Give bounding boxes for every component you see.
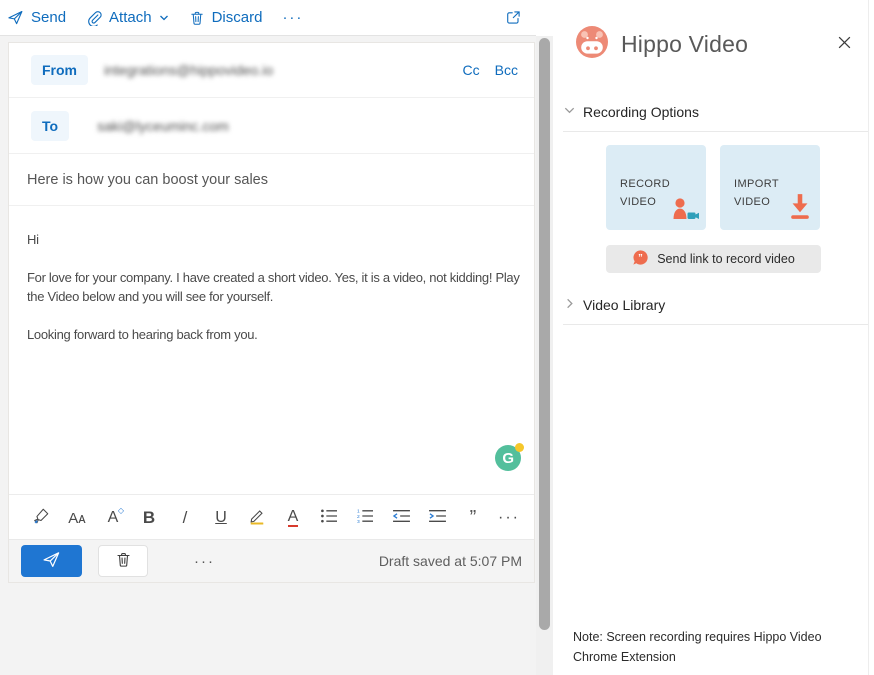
bold-button[interactable]: B <box>131 500 167 536</box>
grammarly-letter: G <box>502 449 513 468</box>
from-address[interactable]: integrations@hippovideo.io <box>104 62 273 78</box>
format-painter-button[interactable] <box>23 500 59 536</box>
chevron-down-icon <box>159 13 169 23</box>
font-size-mark-icon: ◇ <box>118 506 124 515</box>
svg-text:”: ” <box>638 253 643 263</box>
panel-header: Hippo Video <box>576 26 854 62</box>
format-more-button[interactable]: ··· <box>491 500 527 536</box>
recording-option-cards: RECORD VIDEO IMPORT VIDEO <box>606 145 820 230</box>
toolbar-more-button[interactable]: ··· <box>282 0 303 35</box>
recording-options-label: Recording Options <box>583 104 699 120</box>
compose-area: Send Attach Discard ··· From integration… <box>0 0 536 675</box>
import-video-card[interactable]: IMPORT VIDEO <box>720 145 820 230</box>
cc-bcc-links: Cc Bcc <box>463 62 518 78</box>
recording-options-header[interactable]: Recording Options <box>563 104 699 120</box>
app-root: Send Attach Discard ··· From integration… <box>0 0 874 675</box>
to-button[interactable]: To <box>31 111 69 141</box>
divider <box>563 324 868 325</box>
hippo-video-panel: Hippo Video Recording Options RECORD VID… <box>553 0 874 675</box>
to-row: To saki@lyceuminc.com <box>9 98 534 154</box>
trash-icon <box>189 10 205 26</box>
font-color-letter: A <box>288 509 299 527</box>
record-video-icon <box>669 195 699 224</box>
draft-status: Draft saved at 5:07 PM <box>379 553 522 569</box>
to-recipient[interactable]: saki@lyceuminc.com <box>97 118 229 134</box>
body-paragraph: Hi <box>27 230 526 249</box>
compose-footer: ··· Draft saved at 5:07 PM <box>9 539 534 582</box>
paper-plane-icon <box>42 550 61 572</box>
scrollbar-track[interactable] <box>536 36 553 675</box>
grammarly-icon[interactable]: G <box>495 445 521 471</box>
scrollbar-thumb[interactable] <box>539 38 550 630</box>
underline-button[interactable]: U <box>203 500 239 536</box>
grammarly-status-dot <box>515 443 524 452</box>
send-link-button[interactable]: ” Send link to record video <box>606 245 821 273</box>
send-button[interactable]: Send <box>7 0 66 35</box>
compose-card: From integrations@hippovideo.io Cc Bcc T… <box>8 42 535 583</box>
decrease-indent-icon <box>392 508 411 529</box>
trash-icon <box>115 551 132 571</box>
panel-title: Hippo Video <box>621 31 748 58</box>
font-color-button[interactable]: A <box>275 500 311 536</box>
body-paragraph: Looking forward to hearing back from you… <box>27 325 526 344</box>
import-video-label: IMPORT VIDEO <box>734 176 794 211</box>
increase-indent-icon <box>428 508 447 529</box>
close-icon <box>837 38 852 53</box>
send-link-label: Send link to record video <box>657 252 795 266</box>
popout-button[interactable] <box>505 0 522 35</box>
chevron-right-icon <box>563 297 576 313</box>
font-size-button[interactable]: A◇ <box>95 500 131 536</box>
subject-input[interactable]: Here is how you can boost your sales <box>9 154 534 206</box>
blockquote-button[interactable]: ” <box>455 500 491 536</box>
font-size-letter: A <box>108 509 119 527</box>
divider <box>563 131 868 132</box>
highlighter-icon <box>248 507 266 530</box>
bullet-list-button[interactable] <box>311 500 347 536</box>
video-library-label: Video Library <box>583 297 665 313</box>
import-video-icon <box>787 192 813 224</box>
from-button[interactable]: From <box>31 55 88 85</box>
paperclip-icon <box>86 10 102 26</box>
attach-button-label: Attach <box>109 9 152 26</box>
send-button-primary[interactable] <box>21 545 82 577</box>
panel-edge-line <box>868 0 869 675</box>
footer-more-button[interactable]: ··· <box>188 552 221 571</box>
bullet-list-icon <box>320 508 338 529</box>
numbered-list-icon: 123 <box>356 508 374 529</box>
from-row: From integrations@hippovideo.io Cc Bcc <box>9 43 534 98</box>
italic-button[interactable]: / <box>167 500 203 536</box>
svg-text:1: 1 <box>357 508 360 514</box>
send-button-label: Send <box>31 9 66 26</box>
format-painter-icon <box>32 507 50 530</box>
font-name-button[interactable]: Aᴀ <box>59 500 95 536</box>
cc-button[interactable]: Cc <box>463 62 480 78</box>
formatting-toolbar: Aᴀ A◇ B / U A 123 ” ··· <box>9 494 534 541</box>
highlight-button[interactable] <box>239 500 275 536</box>
paper-plane-icon <box>7 9 24 26</box>
decrease-indent-button[interactable] <box>383 500 419 536</box>
close-panel-button[interactable] <box>835 33 854 55</box>
open-in-new-window-icon <box>505 9 522 26</box>
discard-button-label: Discard <box>212 9 263 26</box>
attach-button[interactable]: Attach <box>86 0 169 35</box>
extension-note: Note: Screen recording requires Hippo Vi… <box>573 627 835 667</box>
discard-button[interactable]: Discard <box>189 0 263 35</box>
increase-indent-button[interactable] <box>419 500 455 536</box>
numbered-list-button[interactable]: 123 <box>347 500 383 536</box>
svg-text:2: 2 <box>357 513 360 519</box>
message-body[interactable]: Hi For love for your company. I have cre… <box>9 206 534 494</box>
hippo-video-logo-icon <box>576 26 608 63</box>
record-video-card[interactable]: RECORD VIDEO <box>606 145 706 230</box>
body-paragraph: For love for your company. I have create… <box>27 268 526 306</box>
bcc-button[interactable]: Bcc <box>495 62 518 78</box>
compose-toolbar: Send Attach Discard ··· <box>0 0 536 36</box>
chat-bubble-quote-icon: ” <box>632 249 649 269</box>
subject-text: Here is how you can boost your sales <box>27 172 268 188</box>
delete-draft-button[interactable] <box>98 545 148 577</box>
underline-letter: U <box>215 509 227 527</box>
svg-text:3: 3 <box>357 518 360 523</box>
chevron-down-icon <box>563 104 576 120</box>
video-library-header[interactable]: Video Library <box>563 297 665 313</box>
